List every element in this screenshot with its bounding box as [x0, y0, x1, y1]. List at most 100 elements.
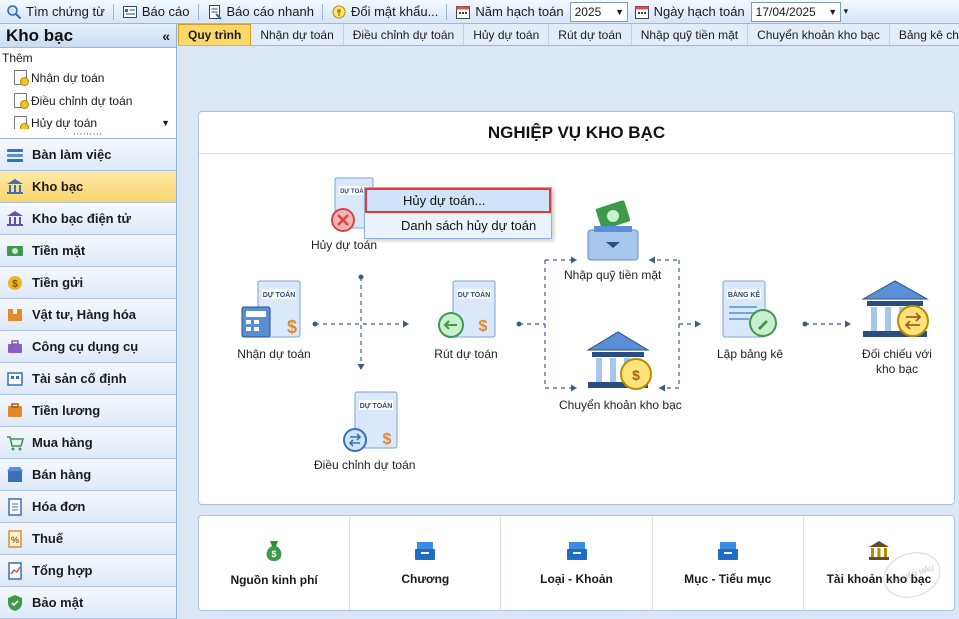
- sidebar-item-kho-bac-dien-tu[interactable]: Kho bạc điện tử: [0, 203, 176, 235]
- fiscal-year-value: 2025: [574, 4, 602, 19]
- node-cash-in[interactable]: Nhập quỹ tiền mặt: [564, 200, 661, 283]
- menu-item-cancel-budget-list[interactable]: Danh sách hủy dự toán: [365, 213, 551, 238]
- receive-budget-icon: DỰ TOÁN $: [241, 280, 301, 338]
- sidebar-item-hoa-don[interactable]: Hóa đơn: [0, 491, 176, 523]
- sidebar-item-thue[interactable]: % Thuế: [0, 523, 176, 555]
- chevron-down-icon[interactable]: ▼: [826, 3, 840, 21]
- fiscal-year-select[interactable]: 2025 ▼: [569, 1, 628, 22]
- report-button[interactable]: Báo cáo: [116, 1, 196, 23]
- sidebar-header: Kho bạc «: [0, 24, 176, 48]
- tools-icon: [6, 338, 24, 356]
- scroll-down-icon[interactable]: ▼: [161, 118, 170, 128]
- toolbar-overflow-button[interactable]: ▾: [841, 1, 852, 23]
- search-documents-button[interactable]: Tìm chứng từ: [0, 1, 111, 23]
- sidebar-item-tien-luong[interactable]: Tiền lương: [0, 395, 176, 427]
- tab-nhap-quy-tien-mat[interactable]: Nhập quỹ tiền mặt: [632, 24, 749, 45]
- sidebar-item-label: Công cụ dụng cụ: [32, 339, 139, 354]
- sidebar-nav: Bàn làm việc Kho bạc Kho bạc điện tử Tiề…: [0, 139, 176, 619]
- adjust-budget-doc-tag: DỰ TOÁN: [359, 401, 392, 410]
- node-label: Điều chỉnh dự toán: [314, 458, 416, 472]
- splitter-grip[interactable]: ,,,,,,,,,: [0, 128, 176, 139]
- tab-chuyen-khoan-kho-bac[interactable]: Chuyển khoản kho bạc: [748, 24, 890, 45]
- tab-quy-trinh[interactable]: Quy trình: [178, 24, 252, 45]
- sidebar-add-label: Thêm: [2, 51, 33, 65]
- sidebar-item-label: Hóa đơn: [32, 499, 86, 514]
- node-statement[interactable]: BẢNG KÊ Lập bảng kê: [715, 277, 785, 362]
- summary-icon: [6, 561, 24, 580]
- search-icon: [7, 4, 22, 19]
- quick-add-label: Điều chỉnh dự toán: [31, 93, 133, 108]
- sidebar-item-kho-bac[interactable]: Kho bạc: [0, 171, 176, 203]
- deposit-icon: $: [6, 274, 24, 292]
- toolbar-divider: [112, 3, 114, 20]
- change-password-button[interactable]: Đổi mật khẩu...: [325, 1, 444, 23]
- quick-report-label: Báo cáo nhanh: [226, 4, 314, 19]
- category-label: Chương: [401, 572, 450, 586]
- sidebar-title: Kho bạc: [6, 25, 74, 45]
- sidebar-item-label: Tài sản cố định: [32, 371, 127, 386]
- withdraw-budget-doc-tag: DỰ TOÁN: [458, 290, 491, 299]
- sidebar-item-ban-lam-viec[interactable]: Bàn làm việc: [0, 139, 176, 171]
- category-type-section[interactable]: Loại - Khoản: [501, 516, 653, 610]
- fiscal-year-field: Năm hạch toán: [449, 1, 569, 23]
- quick-report-button[interactable]: Báo cáo nhanh: [201, 1, 320, 23]
- e-treasury-icon: [6, 210, 24, 228]
- sidebar-item-ban-hang[interactable]: Bán hàng: [0, 459, 176, 491]
- treasury-transfer-icon: $: [586, 331, 653, 390]
- tab-huy-du-toan[interactable]: Hủy dự toán: [464, 24, 550, 45]
- sidebar-item-vat-tu-hang-hoa[interactable]: Vật tư, Hàng hóa: [0, 299, 176, 331]
- posting-date-picker[interactable]: 17/04/2025 ▼: [750, 1, 841, 22]
- change-password-label: Đổi mật khẩu...: [350, 4, 439, 19]
- svg-text:$: $: [12, 279, 18, 290]
- tab-dieu-chinh-du-toan[interactable]: Điều chỉnh dự toán: [344, 24, 465, 45]
- node-label-line1: Đối chiếu với: [862, 347, 932, 361]
- salary-icon: [6, 402, 24, 420]
- toolbar-divider: [446, 3, 448, 20]
- tax-icon: %: [6, 529, 24, 548]
- context-menu: Hủy dự toán... Danh sách hủy dự toán: [364, 187, 552, 239]
- sidebar-item-tong-hop[interactable]: Tổng hợp: [0, 555, 176, 587]
- posting-date-field: Ngày hạch toán: [628, 1, 751, 23]
- sidebar-item-bao-mat[interactable]: Bảo mật: [0, 587, 176, 619]
- category-item-subitem[interactable]: Mục - Tiểu mục: [653, 516, 804, 610]
- folder-tray-icon: [415, 542, 436, 560]
- purchase-icon: [6, 434, 24, 452]
- collapse-sidebar-icon[interactable]: «: [162, 28, 170, 44]
- category-chapter[interactable]: Chương: [350, 516, 502, 610]
- node-withdraw-budget[interactable]: DỰ TOÁN $ Rút dự toán: [431, 277, 501, 362]
- node-receive-budget[interactable]: DỰ TOÁN $ Nhận dự toán: [234, 277, 314, 362]
- process-panel: NGHIỆP VỤ KHO BẠC DỰ TOÁN Hủy dự toán DỰ…: [198, 111, 955, 505]
- svg-text:%: %: [11, 535, 19, 545]
- report-label: Báo cáo: [141, 4, 190, 19]
- sidebar-item-tien-gui[interactable]: $ Tiền gửi: [0, 267, 176, 299]
- svg-text:$: $: [632, 367, 640, 383]
- statement-icon: BẢNG KÊ: [722, 280, 777, 338]
- category-bar: $ Nguồn kinh phí Chương Loại - Khoản Mục…: [198, 515, 955, 611]
- tab-rut-du-toan[interactable]: Rút dự toán: [549, 24, 632, 45]
- tab-bang-ke-chung-tu[interactable]: Bảng kê chứng từ thanh toán: [890, 24, 959, 45]
- sidebar-item-label: Bán hàng: [32, 467, 92, 482]
- report-icon: [122, 5, 137, 18]
- fiscal-year-label: Năm hạch toán: [475, 4, 564, 19]
- desk-icon: [6, 146, 24, 164]
- node-treasury-transfer[interactable]: $ Chuyển khoản kho bạc: [559, 328, 682, 413]
- document-icon: [14, 116, 29, 129]
- search-documents-label: Tìm chứng từ: [26, 4, 105, 19]
- category-funding-source[interactable]: $ Nguồn kinh phí: [199, 516, 351, 610]
- quick-add-receive-budget[interactable]: Nhận dự toán: [0, 66, 176, 89]
- chevron-down-icon[interactable]: ▼: [613, 3, 627, 21]
- sidebar-item-cong-cu-dung-cu[interactable]: Công cụ dụng cụ: [0, 331, 176, 363]
- top-toolbar: Tìm chứng từ Báo cáo Báo cáo nhanh Đổi m…: [0, 0, 959, 24]
- folder-tray-icon: [717, 542, 738, 560]
- sidebar-item-mua-hang[interactable]: Mua hàng: [0, 427, 176, 459]
- menu-item-cancel-budget[interactable]: Hủy dự toán...: [365, 188, 551, 213]
- node-label: Nhận dự toán: [237, 347, 311, 361]
- node-adjust-budget[interactable]: DỰ TOÁN $ Điều chỉnh dự toán: [314, 390, 415, 473]
- calendar-icon: [634, 5, 649, 19]
- quick-add-adjust-budget[interactable]: Điều chỉnh dự toán: [0, 89, 176, 112]
- sidebar-item-tai-san-co-dinh[interactable]: Tài sản cố định: [0, 363, 176, 395]
- sidebar-item-tien-mat[interactable]: Tiền mặt: [0, 235, 176, 267]
- node-reconcile-treasury[interactable]: Đối chiếu với kho bạc: [859, 277, 935, 377]
- tab-nhan-du-toan[interactable]: Nhận dự toán: [251, 24, 344, 45]
- document-icon: [14, 93, 29, 109]
